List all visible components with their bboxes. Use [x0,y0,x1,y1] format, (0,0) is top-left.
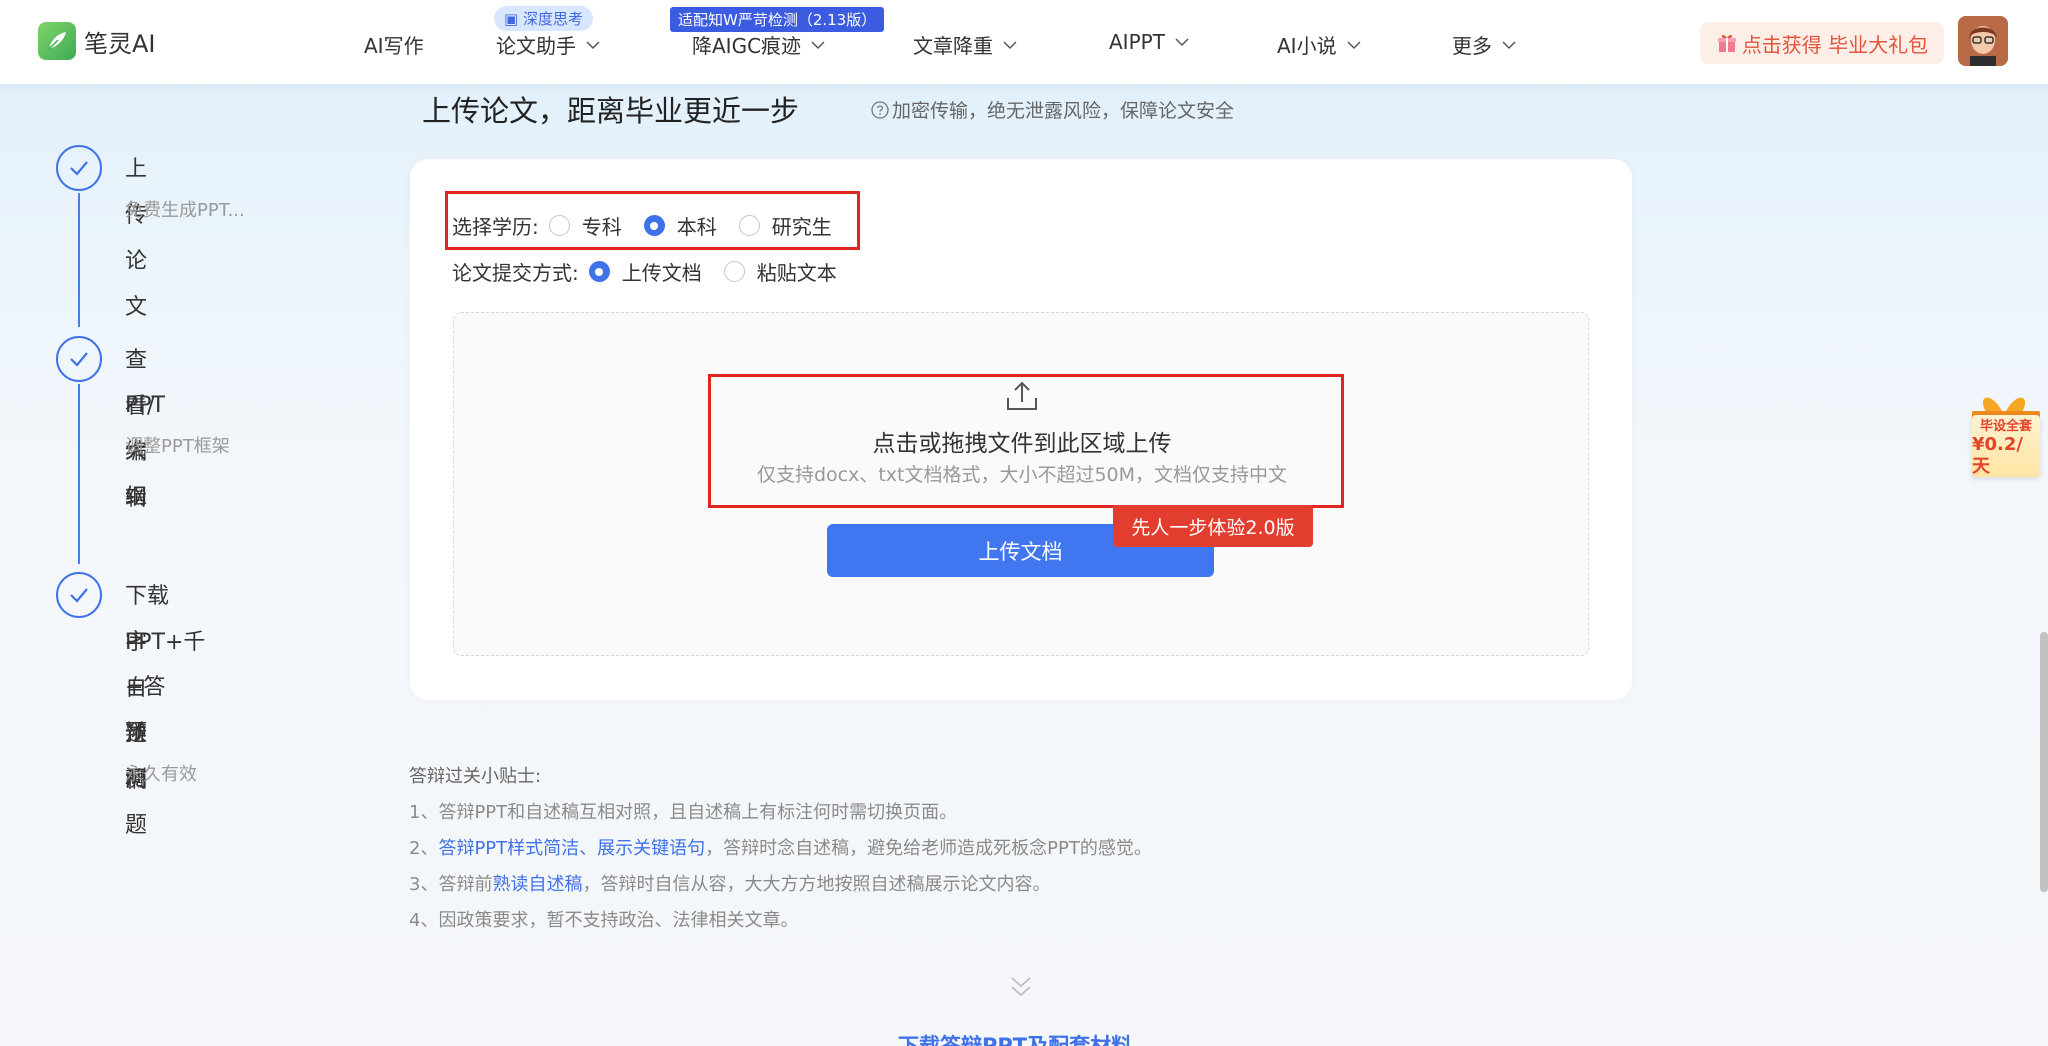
step-1-subtitle: 免费生成PPT... [125,200,245,221]
logo[interactable]: 笔灵AI [38,22,156,60]
chevron-down-icon [586,40,600,49]
nav-ai-novel[interactable]: AI小说 [1277,30,1361,59]
step-2-check-icon [56,336,102,382]
tip-item: 2、答辩PPT样式简洁、展示关键语句，答辩时念自述稿，避免给老师造成死板念PPT… [409,838,1152,859]
nav-ai-writing[interactable]: AI写作 [364,30,424,59]
step-1-check-icon [56,145,102,191]
education-option-graduate[interactable]: 研究生 [738,211,832,240]
education-selector: 选择学历: 专科 本科 研究生 [452,211,854,240]
radio-bachelor[interactable] [643,215,665,236]
chevron-down-icon [1347,40,1361,49]
tips-title: 答辩过关小贴士: [409,766,542,787]
nav-reduce-aigc[interactable]: 降AIGC痕迹 [692,30,825,59]
step-1-title: 上传论文 [125,157,148,320]
upload-icon [1007,381,1037,410]
floating-gift-widget[interactable]: 毕设全套 ¥0.2/天 [1968,385,2040,480]
tip-item: 3、答辩前熟读自述稿，答辩时自信从容，大大方方地按照自述稿展示论文内容。 [409,874,1051,895]
double-chevron-down-icon[interactable] [1008,975,1034,999]
download-materials-link[interactable]: 下载答辩PPT及配套材料 [898,1030,1132,1046]
tip-item: 4、因政策要求，暂不支持政治、法律相关文章。 [409,910,799,931]
page-title: 上传论文，距离毕业更近一步 [422,94,800,128]
radio-junior-college[interactable] [548,215,570,236]
nav-thesis-assistant[interactable]: 论文助手 [496,30,600,59]
step-connector [78,384,80,564]
logo-text: 笔灵AI [84,29,156,58]
step-2-subtitle: 调整PPT框架 [125,436,230,457]
graduation-gift-button[interactable]: 点击获得 毕业大礼包 [1700,22,1944,64]
nav-rewrite[interactable]: 文章降重 [913,30,1017,59]
education-option-junior-college[interactable]: 专科 [548,211,622,240]
avatar[interactable] [1958,16,2008,66]
gift-icon [1717,34,1736,52]
step-3-title-line-4: 预测 [125,721,148,792]
radio-upload-document[interactable] [588,261,610,282]
chevron-down-icon [1003,40,1017,49]
adapt-badge: 适配知W严苛检测（2.13版） [670,7,885,32]
step-3-check-icon [56,572,102,618]
edit-icon: ▣ [504,10,519,28]
submit-option-paste[interactable]: 粘贴文本 [723,257,837,286]
help-circle-icon [871,100,889,119]
submit-method-selector: 论文提交方式: 上传文档 粘贴文本 [452,257,859,286]
chevron-down-icon [1502,40,1516,49]
nav-more[interactable]: 更多 [1452,30,1516,59]
step-connector [78,193,80,327]
education-label: 选择学历: [452,215,539,239]
nav-aippt[interactable]: AIPPT [1109,30,1189,54]
defense-tips: 答辩过关小贴士: 1、答辩PPT和自述稿互相对照，且自述稿上有标注何时需切换页面… [409,759,1152,939]
dropzone-hint-text: 仅支持docx、txt文档格式，大小不超过50M，文档仅支持中文 [756,464,1288,486]
chevron-down-icon [1175,38,1189,47]
dropzone-main-text: 点击或拖拽文件到此区域上传 [872,431,1172,457]
security-note: 加密传输，绝无泄露风险，保障论文安全 [870,96,1234,123]
logo-icon [38,22,76,60]
try-v2-badge[interactable]: 先人一步体验2.0版 [1113,505,1313,547]
top-header: 笔灵AI ▣ 深度思考 适配知W严苛检测（2.13版） AI写作 论文助手 降A… [0,0,2048,84]
chevron-down-icon [811,40,825,49]
deep-think-badge: ▣ 深度思考 [494,6,593,31]
submit-option-upload[interactable]: 上传文档 [588,257,702,286]
submit-method-label: 论文提交方式: [452,261,579,285]
tip-item: 1、答辩PPT和自述稿互相对照，且自述稿上有标注何时需切换页面。 [409,802,958,823]
radio-paste-text[interactable] [723,261,745,282]
gift-card: 毕设全套 ¥0.2/天 [1972,415,2040,477]
radio-graduate[interactable] [738,215,760,236]
step-3-subtitle: 永久有效 [125,764,197,785]
education-option-bachelor[interactable]: 本科 [643,211,717,240]
page-scrollbar[interactable] [2040,632,2048,892]
